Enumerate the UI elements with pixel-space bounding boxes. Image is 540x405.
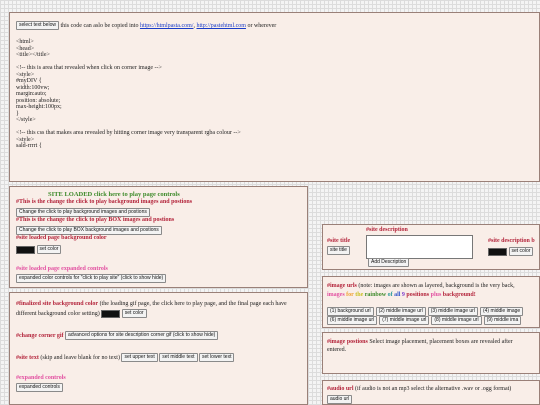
- image-url-button[interactable]: (6) middle image url: [327, 316, 378, 325]
- rainbow-word: plus: [430, 292, 443, 298]
- rainbow-word: background!: [442, 292, 476, 298]
- corner-row: #change corner gif advanced options for …: [16, 331, 219, 340]
- url-buttons-row1: (1) background url (2) middle image url (3…: [327, 307, 525, 316]
- rainbow-word: positions: [406, 292, 431, 298]
- desc-set-color-button[interactable]: set color: [508, 247, 534, 256]
- controls-panel: SITE LOADED click here to play page cont…: [9, 186, 308, 288]
- change-box-button[interactable]: Change the click to play BOX background …: [16, 226, 162, 235]
- set-color-button[interactable]: set color: [36, 245, 62, 254]
- audio-panel: #audio url (if audio is not an mp3 selec…: [322, 380, 540, 405]
- positions-row: #image postions Select image placement, …: [327, 339, 513, 345]
- rainbow-line: images for the rainbow of all 9 position…: [327, 292, 476, 298]
- corner-options-button[interactable]: advanced options for site description co…: [65, 331, 219, 340]
- image-urls-panel: #image urls (note: images are shown as l…: [322, 276, 540, 328]
- corner-label: #change corner gif: [16, 332, 64, 339]
- expanded-color-controls-button[interactable]: expanded color controls for "click to pl…: [16, 274, 167, 283]
- rainbow-word: rainbow: [364, 292, 388, 298]
- or-wherever-text: or wherever: [247, 22, 277, 29]
- url-buttons-row2: (6) middle image url (7) middle image url…: [327, 316, 523, 325]
- image-urls-row: #image urls (note: images are shown as l…: [327, 283, 515, 289]
- site-text-desc: (skip and leave blank for no text): [40, 354, 120, 361]
- rainbow-word: the: [355, 292, 365, 298]
- code-line: sald-rrrrt {: [16, 143, 42, 149]
- audio-url-button[interactable]: audio url: [327, 395, 353, 404]
- image-urls-label: #image urls: [327, 283, 357, 289]
- comma: ,: [193, 22, 195, 29]
- image-url-button[interactable]: (3) middle image url: [427, 307, 478, 316]
- finalized-panel: #finalized site background color (the lo…: [9, 292, 308, 405]
- code-block[interactable]: <html> <head> <title></title> <!-- this is…: [16, 39, 536, 150]
- positions-text-2: entered.: [327, 347, 347, 353]
- site-title-label: #site title: [327, 238, 351, 244]
- audio-text: (if audio is not an mp3 select the alter…: [355, 386, 512, 392]
- finalized-row: #finalized site background color (the lo…: [16, 299, 304, 319]
- finalized-color-swatch[interactable]: [101, 309, 121, 318]
- set-lower-text-button[interactable]: set lower text: [199, 353, 235, 362]
- expanded-controls-button[interactable]: expanded controls: [16, 383, 63, 392]
- set-middle-text-button[interactable]: set middle text: [159, 353, 198, 362]
- copy-text: this code can aslo be copied into: [60, 22, 139, 29]
- finalized-set-color-button[interactable]: set color: [121, 309, 147, 319]
- positions-label: #image postions: [327, 339, 368, 345]
- expanded-controls-label: #expanded controls: [16, 375, 66, 381]
- site-description-label: #site description: [366, 227, 408, 233]
- copy-row: select text below this code can aslo be …: [16, 21, 276, 30]
- box-heading: #This is the change the click to play BO…: [16, 217, 175, 223]
- audio-row: #audio url (if audio is not an mp3 selec…: [327, 386, 511, 392]
- site-text-row: #site text (skip and leave blank for no …: [16, 353, 235, 362]
- desc-color-swatch[interactable]: [488, 247, 507, 256]
- rainbow-word: all: [394, 292, 402, 298]
- image-url-button[interactable]: (2) middle image url: [375, 307, 426, 316]
- site-description-textarea[interactable]: [366, 235, 473, 259]
- bg-color-swatch[interactable]: [16, 245, 35, 254]
- pastehtml-link[interactable]: http://pastehtml.com: [196, 23, 246, 29]
- add-description-button[interactable]: Add Description: [368, 258, 410, 267]
- image-positions-panel: #image postions Select image placement, …: [322, 332, 540, 374]
- bg-heading: #This is the change the click to play ba…: [16, 199, 193, 205]
- site-title-panel: #site description #site title site title…: [322, 224, 540, 270]
- set-upper-text-button[interactable]: set upper text: [121, 353, 158, 362]
- site-description-bg-label: #site description b: [488, 238, 535, 244]
- image-url-button[interactable]: (8) middle image url: [431, 316, 482, 325]
- image-urls-text: (note: images are shown as layered, back…: [358, 283, 515, 289]
- bg-color-label: #site loaded page background color: [16, 235, 107, 241]
- site-loaded-link[interactable]: SITE LOADED click here to play page cont…: [48, 191, 180, 198]
- audio-label: #audio url: [327, 386, 354, 392]
- image-url-button[interactable]: (7) middle image url: [379, 316, 430, 325]
- finalized-label: #finalized site background color: [16, 301, 99, 307]
- positions-text: Select image placement, placement boxes …: [369, 339, 513, 345]
- image-url-button[interactable]: (1) background url: [327, 307, 374, 316]
- code-panel: select text below this code can aslo be …: [9, 12, 540, 182]
- rainbow-word: for: [346, 292, 356, 298]
- rainbow-word: images: [327, 292, 347, 298]
- expanded-label: #site loaded page expanded controls: [16, 266, 108, 272]
- site-title-button[interactable]: site title: [327, 246, 350, 255]
- select-text-button[interactable]: select text below: [16, 21, 59, 30]
- htmlpasta-link[interactable]: https://htmlpasta.com/: [140, 23, 194, 29]
- image-url-button[interactable]: (9) middle ima: [483, 316, 522, 325]
- image-url-button[interactable]: (4) middle image: [479, 307, 524, 316]
- change-bg-button[interactable]: Change the click to play background imag…: [16, 208, 150, 217]
- site-text-label: #site text: [16, 354, 39, 361]
